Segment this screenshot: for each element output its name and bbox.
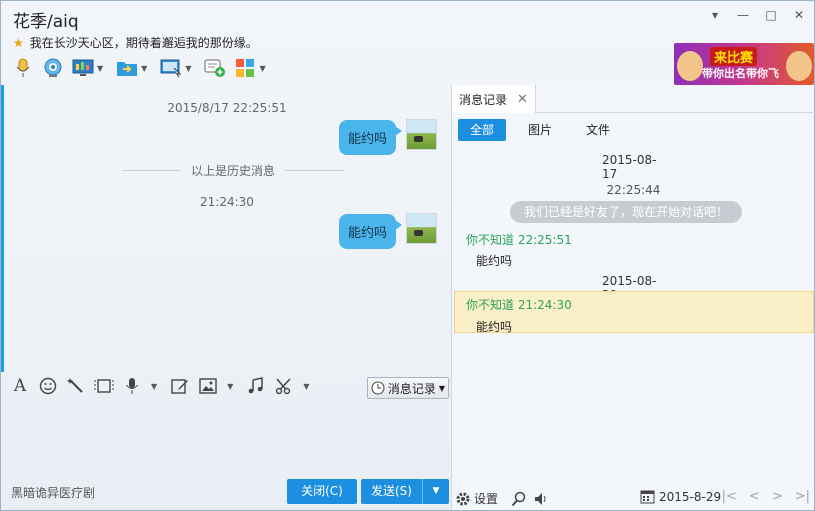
chat-window: 花季/aiq ▾ — □ ✕ ★ 我在长沙天心区，期待着邂逅我的那份缘。 ▼ ▼ <box>0 0 815 511</box>
filter-all[interactable]: 全部 <box>458 119 507 141</box>
chevron-down-icon[interactable]: ▼ <box>151 382 157 391</box>
chevron-down-icon[interactable]: ▼ <box>259 64 265 73</box>
voice-message-icon[interactable] <box>121 375 143 397</box>
prev-page-icon[interactable]: < <box>749 489 760 504</box>
cartoon-face-icon <box>677 51 703 81</box>
history-sender: 你不知道 21:24:30 <box>466 298 572 312</box>
history-sender: 你不知道 22:25:51 <box>466 233 572 247</box>
date-label: 2015-08-17 <box>602 153 657 181</box>
system-time: 22:25:44 <box>606 183 661 197</box>
tab-label: 消息记录 <box>459 92 508 107</box>
ad-subtitle: 带你出名带你飞 <box>702 67 779 80</box>
edit-icon[interactable] <box>169 375 191 397</box>
search-icon[interactable] <box>508 489 530 509</box>
close-icon[interactable]: ✕ <box>790 7 808 23</box>
date-picker[interactable]: 2015-8-29 <box>640 489 721 504</box>
chat-messages[interactable]: 2015/8/17 22:25:51 能约吗 以上是历史消息 21:24:30 … <box>1 85 450 372</box>
message-record-label: 消息记录 <box>387 381 436 396</box>
screen-share-icon[interactable] <box>159 57 183 79</box>
system-message: 我们已经是好友了，现在开始对话吧！ <box>510 201 742 223</box>
date-divider: 2015-08-17 <box>452 153 815 181</box>
calendar-icon <box>640 490 655 504</box>
maximize-icon[interactable]: □ <box>762 7 780 23</box>
history-divider: 以上是历史消息 <box>122 162 345 179</box>
input-toolbar: A ▼ ▼ ▼ <box>9 375 315 397</box>
message-bubble[interactable]: 能约吗 <box>339 120 403 155</box>
chevron-down-icon[interactable]: ▼ <box>227 382 233 391</box>
magic-wand-icon[interactable] <box>65 375 87 397</box>
settings-label[interactable]: 设置 <box>474 490 498 507</box>
remote-desktop-icon[interactable] <box>71 57 95 79</box>
message-record-button[interactable]: 消息记录 ▼ <box>367 377 449 399</box>
status-text[interactable]: 黑暗诡异医疗剧 <box>11 484 95 501</box>
tab-message-history[interactable]: 消息记录 ✕ <box>452 85 536 113</box>
ad-title: 来比赛 <box>710 47 758 66</box>
filter-images[interactable]: 图片 <box>516 119 564 141</box>
chevron-down-icon[interactable]: ▼ <box>303 382 309 391</box>
history-divider-label: 以上是历史消息 <box>191 164 276 178</box>
image-icon[interactable] <box>197 375 219 397</box>
message-timestamp: 21:24:30 <box>200 195 254 209</box>
video-call-icon[interactable] <box>41 57 65 79</box>
cartoon-face-icon <box>786 51 812 81</box>
apps-icon[interactable] <box>233 57 257 79</box>
chevron-down-icon[interactable]: ▼ <box>97 64 103 73</box>
date-value: 2015-8-29 <box>659 489 722 504</box>
group-chat-icon[interactable] <box>203 57 227 79</box>
file-transfer-icon[interactable] <box>115 57 139 79</box>
history-message[interactable]: 能约吗 <box>476 318 512 335</box>
emoji-icon[interactable] <box>37 375 59 397</box>
close-tab-icon[interactable]: ✕ <box>517 92 528 107</box>
chevron-down-icon: ▼ <box>438 383 446 393</box>
filter-files[interactable]: 文件 <box>574 119 622 141</box>
minimize-icon[interactable]: — <box>734 7 752 23</box>
send-options-chevron-icon[interactable]: ▼ <box>423 479 449 504</box>
screenshot-scissors-icon[interactable] <box>273 375 295 397</box>
music-icon[interactable] <box>245 375 267 397</box>
message-input[interactable] <box>4 401 450 473</box>
gear-icon[interactable] <box>452 489 474 509</box>
speaker-icon[interactable] <box>530 489 552 509</box>
signature-text: 我在长沙天心区，期待着邂逅我的那份缘。 <box>29 36 258 50</box>
window-title: 花季/aiq <box>13 12 79 32</box>
message-timestamp: 2015/8/17 22:25:51 <box>167 101 287 115</box>
history-filters: 全部 图片 文件 <box>458 119 622 141</box>
send-button-group: 发送(S) ▼ <box>361 479 449 504</box>
clock-icon <box>371 381 385 395</box>
star-icon: ★ <box>13 35 24 50</box>
signature-line: ★ 我在长沙天心区，期待着邂逅我的那份缘。 <box>13 34 258 51</box>
menu-dropdown-icon[interactable]: ▾ <box>706 7 724 23</box>
font-icon[interactable]: A <box>9 375 31 397</box>
first-page-icon[interactable]: |< <box>722 489 737 504</box>
history-pager: |< < > >| <box>722 489 810 504</box>
top-toolbar: ▼ ▼ ▼ ▼ <box>11 55 272 81</box>
close-button[interactable]: 关闭(C) <box>287 479 357 504</box>
send-button[interactable]: 发送(S) <box>361 479 423 504</box>
video-clip-icon[interactable] <box>93 375 115 397</box>
chevron-down-icon[interactable]: ▼ <box>185 64 191 73</box>
last-page-icon[interactable]: >| <box>795 489 810 504</box>
message-history-panel: 消息记录 ✕ 全部 图片 文件 2015-08-17 22:25:44 我们已经… <box>451 85 815 510</box>
window-header: 花季/aiq ▾ — □ ✕ ★ 我在长沙天心区，期待着邂逅我的那份缘。 ▼ ▼ <box>1 1 814 85</box>
ad-banner[interactable]: 来比赛 带你出名带你飞 <box>674 43 814 85</box>
next-page-icon[interactable]: > <box>772 489 783 504</box>
avatar[interactable] <box>406 213 437 244</box>
avatar[interactable] <box>406 119 437 150</box>
message-bubble[interactable]: 能约吗 <box>339 214 403 249</box>
history-message[interactable]: 能约吗 <box>476 252 512 269</box>
chevron-down-icon[interactable]: ▼ <box>141 64 147 73</box>
voice-call-icon[interactable] <box>11 57 35 79</box>
window-controls: ▾ — □ ✕ <box>706 7 808 23</box>
